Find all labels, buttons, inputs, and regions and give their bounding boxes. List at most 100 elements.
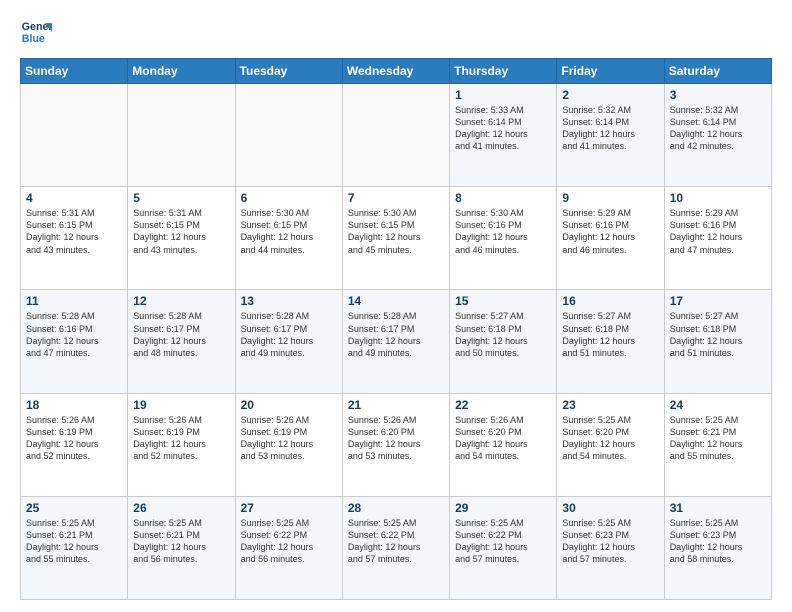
day-number: 28: [348, 501, 444, 515]
calendar-cell: 12 Sunrise: 5:28 AM Sunset: 6:17 PM Dayli…: [128, 290, 235, 393]
week-row-2: 4 Sunrise: 5:31 AM Sunset: 6:15 PM Daylig…: [21, 187, 772, 290]
day-number: 26: [133, 501, 229, 515]
calendar-cell: 13 Sunrise: 5:28 AM Sunset: 6:17 PM Dayli…: [235, 290, 342, 393]
day-detail: Sunrise: 5:27 AM Sunset: 6:18 PM Dayligh…: [670, 310, 766, 359]
day-detail: Sunrise: 5:25 AM Sunset: 6:21 PM Dayligh…: [670, 414, 766, 463]
day-number: 17: [670, 294, 766, 308]
calendar-cell: 25 Sunrise: 5:25 AM Sunset: 6:21 PM Dayli…: [21, 496, 128, 599]
calendar-cell: 19 Sunrise: 5:26 AM Sunset: 6:19 PM Dayli…: [128, 393, 235, 496]
calendar-cell: 5 Sunrise: 5:31 AM Sunset: 6:15 PM Daylig…: [128, 187, 235, 290]
day-number: 30: [562, 501, 658, 515]
day-number: 7: [348, 191, 444, 205]
day-number: 2: [562, 88, 658, 102]
day-number: 19: [133, 398, 229, 412]
day-detail: Sunrise: 5:32 AM Sunset: 6:14 PM Dayligh…: [670, 104, 766, 153]
calendar-cell: 28Sunrise: 5:25 AM Sunset: 6:22 PM Dayli…: [342, 496, 449, 599]
calendar-cell: [342, 84, 449, 187]
day-detail: Sunrise: 5:32 AM Sunset: 6:14 PM Dayligh…: [562, 104, 658, 153]
day-detail: Sunrise: 5:26 AM Sunset: 6:19 PM Dayligh…: [26, 414, 122, 463]
day-number: 6: [241, 191, 337, 205]
day-detail: Sunrise: 5:25 AM Sunset: 6:21 PM Dayligh…: [26, 517, 122, 566]
day-detail: Sunrise: 5:25 AM Sunset: 6:21 PM Dayligh…: [133, 517, 229, 566]
calendar-cell: 26 Sunrise: 5:25 AM Sunset: 6:21 PM Dayli…: [128, 496, 235, 599]
day-detail: Sunrise: 5:28 AM Sunset: 6:17 PM Dayligh…: [348, 310, 444, 359]
day-number: 13: [241, 294, 337, 308]
calendar-cell: 18 Sunrise: 5:26 AM Sunset: 6:19 PM Dayli…: [21, 393, 128, 496]
day-headers-row: SundayMondayTuesdayWednesdayThursdayFrid…: [21, 59, 772, 84]
day-detail: Sunrise: 5:30 AM Sunset: 6:15 PM Dayligh…: [348, 207, 444, 256]
calendar-cell: 17 Sunrise: 5:27 AM Sunset: 6:18 PM Dayli…: [664, 290, 771, 393]
day-number: 18: [26, 398, 122, 412]
day-number: 22: [455, 398, 551, 412]
day-number: 27: [241, 501, 337, 515]
day-number: 16: [562, 294, 658, 308]
calendar-cell: 31Sunrise: 5:25 AM Sunset: 6:23 PM Dayli…: [664, 496, 771, 599]
calendar-cell: 16 Sunrise: 5:27 AM Sunset: 6:18 PM Dayli…: [557, 290, 664, 393]
day-number: 12: [133, 294, 229, 308]
calendar-cell: 21 Sunrise: 5:26 AM Sunset: 6:20 PM Dayli…: [342, 393, 449, 496]
calendar-cell: 27Sunrise: 5:25 AM Sunset: 6:22 PM Dayli…: [235, 496, 342, 599]
day-number: 11: [26, 294, 122, 308]
day-number: 15: [455, 294, 551, 308]
day-number: 10: [670, 191, 766, 205]
calendar-cell: 10Sunrise: 5:29 AM Sunset: 6:16 PM Dayli…: [664, 187, 771, 290]
calendar-cell: 22Sunrise: 5:26 AM Sunset: 6:20 PM Dayli…: [450, 393, 557, 496]
day-header-monday: Monday: [128, 59, 235, 84]
day-detail: Sunrise: 5:26 AM Sunset: 6:20 PM Dayligh…: [348, 414, 444, 463]
calendar-cell: 23Sunrise: 5:25 AM Sunset: 6:20 PM Dayli…: [557, 393, 664, 496]
day-header-friday: Friday: [557, 59, 664, 84]
day-detail: Sunrise: 5:25 AM Sunset: 6:23 PM Dayligh…: [562, 517, 658, 566]
day-number: 4: [26, 191, 122, 205]
logo-icon: General Blue: [20, 16, 52, 48]
logo: General Blue: [20, 16, 52, 48]
day-number: 25: [26, 501, 122, 515]
day-detail: Sunrise: 5:26 AM Sunset: 6:19 PM Dayligh…: [133, 414, 229, 463]
svg-text:Blue: Blue: [22, 33, 45, 45]
page: General Blue SundayMondayTuesdayWednesda…: [0, 0, 792, 612]
calendar-cell: 3 Sunrise: 5:32 AM Sunset: 6:14 PM Daylig…: [664, 84, 771, 187]
calendar-cell: 20 Sunrise: 5:26 AM Sunset: 6:19 PM Dayli…: [235, 393, 342, 496]
day-number: 8: [455, 191, 551, 205]
calendar-cell: 8 Sunrise: 5:30 AM Sunset: 6:16 PM Daylig…: [450, 187, 557, 290]
calendar-cell: 30 Sunrise: 5:25 AM Sunset: 6:23 PM Dayli…: [557, 496, 664, 599]
day-number: 1: [455, 88, 551, 102]
svg-text:General: General: [22, 21, 52, 33]
calendar-cell: 24Sunrise: 5:25 AM Sunset: 6:21 PM Dayli…: [664, 393, 771, 496]
header: General Blue: [20, 16, 772, 48]
day-number: 31: [670, 501, 766, 515]
calendar-body: 1 Sunrise: 5:33 AM Sunset: 6:14 PM Daylig…: [21, 84, 772, 600]
day-detail: Sunrise: 5:28 AM Sunset: 6:17 PM Dayligh…: [133, 310, 229, 359]
week-row-4: 18 Sunrise: 5:26 AM Sunset: 6:19 PM Dayli…: [21, 393, 772, 496]
calendar-cell: [128, 84, 235, 187]
day-number: 20: [241, 398, 337, 412]
day-number: 21: [348, 398, 444, 412]
day-detail: Sunrise: 5:30 AM Sunset: 6:16 PM Dayligh…: [455, 207, 551, 256]
day-detail: Sunrise: 5:31 AM Sunset: 6:15 PM Dayligh…: [133, 207, 229, 256]
day-header-wednesday: Wednesday: [342, 59, 449, 84]
day-detail: Sunrise: 5:28 AM Sunset: 6:17 PM Dayligh…: [241, 310, 337, 359]
calendar-cell: 4Sunrise: 5:31 AM Sunset: 6:15 PM Daylig…: [21, 187, 128, 290]
calendar-cell: 7 Sunrise: 5:30 AM Sunset: 6:15 PM Daylig…: [342, 187, 449, 290]
week-row-1: 1 Sunrise: 5:33 AM Sunset: 6:14 PM Daylig…: [21, 84, 772, 187]
calendar-cell: 29Sunrise: 5:25 AM Sunset: 6:22 PM Dayli…: [450, 496, 557, 599]
calendar-cell: [235, 84, 342, 187]
calendar-cell: 9 Sunrise: 5:29 AM Sunset: 6:16 PM Daylig…: [557, 187, 664, 290]
calendar-cell: 11 Sunrise: 5:28 AM Sunset: 6:16 PM Dayli…: [21, 290, 128, 393]
day-header-saturday: Saturday: [664, 59, 771, 84]
calendar-cell: 15 Sunrise: 5:27 AM Sunset: 6:18 PM Dayli…: [450, 290, 557, 393]
calendar-table: SundayMondayTuesdayWednesdayThursdayFrid…: [20, 58, 772, 600]
calendar-cell: 1 Sunrise: 5:33 AM Sunset: 6:14 PM Daylig…: [450, 84, 557, 187]
day-detail: Sunrise: 5:29 AM Sunset: 6:16 PM Dayligh…: [562, 207, 658, 256]
day-detail: Sunrise: 5:26 AM Sunset: 6:19 PM Dayligh…: [241, 414, 337, 463]
day-number: 5: [133, 191, 229, 205]
day-number: 9: [562, 191, 658, 205]
day-detail: Sunrise: 5:33 AM Sunset: 6:14 PM Dayligh…: [455, 104, 551, 153]
day-detail: Sunrise: 5:27 AM Sunset: 6:18 PM Dayligh…: [562, 310, 658, 359]
calendar-header: SundayMondayTuesdayWednesdayThursdayFrid…: [21, 59, 772, 84]
day-header-sunday: Sunday: [21, 59, 128, 84]
day-number: 29: [455, 501, 551, 515]
day-detail: Sunrise: 5:28 AM Sunset: 6:16 PM Dayligh…: [26, 310, 122, 359]
calendar-cell: 2 Sunrise: 5:32 AM Sunset: 6:14 PM Daylig…: [557, 84, 664, 187]
day-number: 3: [670, 88, 766, 102]
day-detail: Sunrise: 5:27 AM Sunset: 6:18 PM Dayligh…: [455, 310, 551, 359]
